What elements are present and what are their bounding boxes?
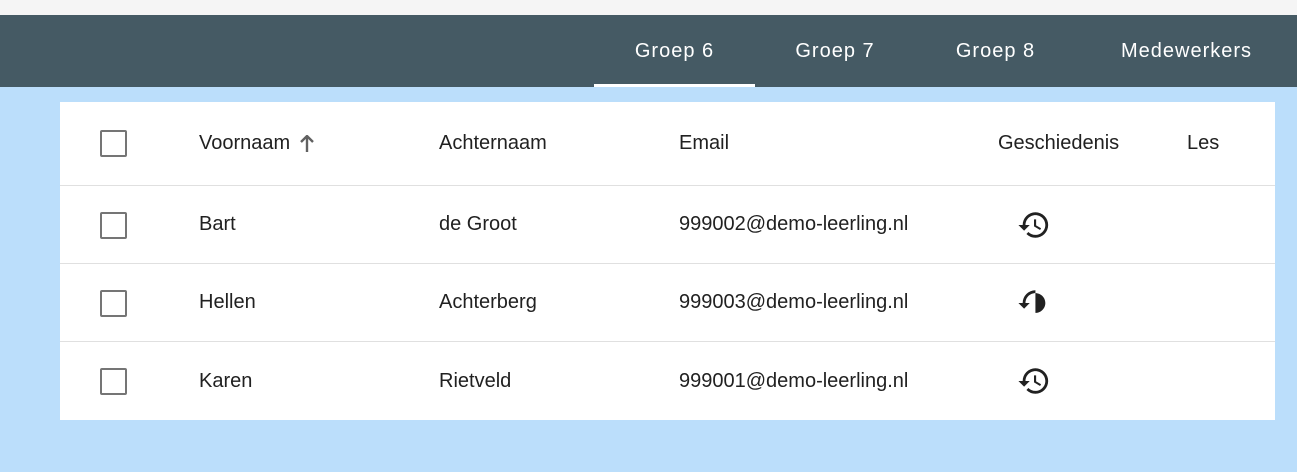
tab-label: Groep 8 — [955, 39, 1036, 62]
cell-achternaam: de Groot — [439, 213, 517, 235]
table-row: Bart de Groot 999002@demo-leerling.nl — [60, 186, 1275, 264]
tab-label: Medewerkers — [1120, 39, 1253, 62]
column-header-les: Les — [1187, 132, 1220, 154]
history-icon — [1018, 368, 1049, 394]
history-icon — [1018, 211, 1049, 238]
cell-achternaam: Rietveld — [439, 369, 512, 392]
row-checkbox[interactable] — [100, 212, 127, 239]
row-checkbox[interactable] — [100, 368, 127, 395]
tab-groep-8[interactable]: Groep 8 — [915, 15, 1076, 87]
cell-email: 999001@demo-leerling.nl — [679, 369, 909, 392]
cell-email: 999003@demo-leerling.nl — [679, 291, 909, 313]
tab-label: Groep 6 — [634, 39, 715, 62]
history-icon — [1018, 289, 1046, 313]
history-button[interactable] — [1017, 186, 1051, 263]
tab-bar: Groep 6 Groep 7 Groep 8 Medewerkers — [0, 15, 1297, 87]
table-header-row: Voornaam Achternaam Email Geschiedenis L… — [60, 102, 1275, 186]
cell-voornaam: Hellen — [199, 291, 256, 313]
top-strip — [0, 0, 1297, 15]
row-checkbox[interactable] — [100, 290, 127, 317]
column-header-email[interactable]: Email — [679, 102, 729, 185]
arrow-up-icon — [300, 134, 315, 152]
tab-label: Groep 7 — [795, 39, 875, 62]
cell-voornaam: Bart — [199, 213, 236, 235]
tab-groep-6[interactable]: Groep 6 — [594, 15, 755, 87]
column-header-achternaam[interactable]: Achternaam — [439, 102, 547, 185]
students-table: Voornaam Achternaam Email Geschiedenis L… — [60, 102, 1275, 420]
cell-voornaam: Karen — [199, 369, 253, 392]
table-row: Hellen Achterberg 999003@demo-leerling.n… — [60, 264, 1275, 342]
select-all-checkbox[interactable] — [100, 130, 127, 157]
column-header-voornaam[interactable]: Voornaam — [199, 102, 315, 185]
table-row: Karen Rietveld 999001@demo-leerling.nl — [60, 342, 1275, 420]
cell-achternaam: Achterberg — [439, 291, 537, 313]
history-button[interactable] — [1017, 264, 1051, 341]
history-button[interactable] — [1017, 342, 1051, 420]
cell-email: 999002@demo-leerling.nl — [679, 213, 909, 235]
tab-groep-7[interactable]: Groep 7 — [755, 15, 915, 87]
column-header-geschiedenis: Geschiedenis — [998, 132, 1120, 154]
tab-medewerkers[interactable]: Medewerkers — [1076, 15, 1297, 87]
